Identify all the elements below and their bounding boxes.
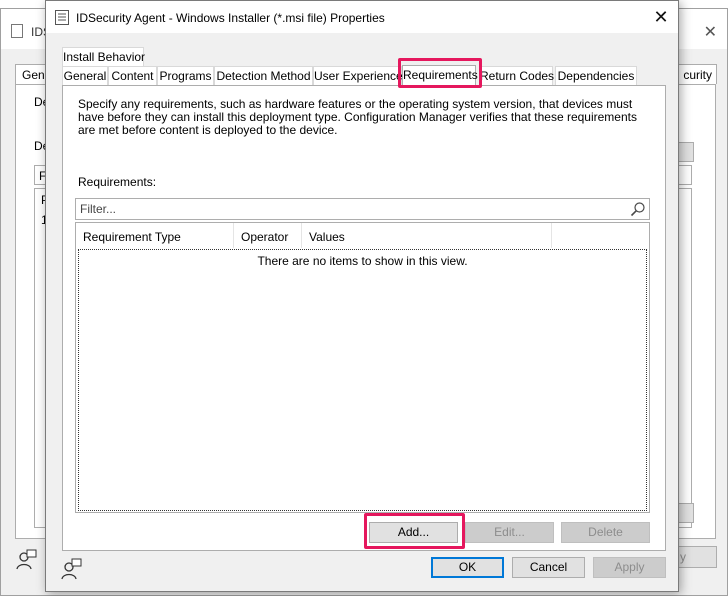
- list-body[interactable]: There are no items to show in this view.: [78, 249, 647, 511]
- close-icon: ✕: [653, 7, 669, 27]
- background-close-icon[interactable]: ✕: [704, 22, 717, 42]
- tab-general[interactable]: General: [62, 66, 108, 85]
- background-list-right: [678, 188, 692, 528]
- requirements-list[interactable]: Requirement Type Operator Values There a…: [75, 222, 650, 513]
- background-apply-label: y: [680, 550, 686, 564]
- requirements-panel: Specify any requirements, such as hardwa…: [62, 85, 666, 551]
- filter-input[interactable]: [80, 200, 620, 218]
- column-header-requirement-type[interactable]: Requirement Type: [76, 223, 234, 248]
- filter-box: [75, 198, 650, 220]
- add-button[interactable]: Add...: [369, 522, 458, 543]
- document-icon: [55, 10, 69, 25]
- empty-list-message: There are no items to show in this view.: [257, 254, 468, 268]
- requirements-description: Specify any requirements, such as hardwa…: [78, 97, 637, 137]
- close-button[interactable]: ✕: [644, 1, 678, 33]
- properties-dialog: IDSecurity Agent - Windows Installer (*.…: [45, 0, 679, 592]
- dialog-titlebar: IDSecurity Agent - Windows Installer (*.…: [46, 1, 678, 33]
- delete-button[interactable]: Delete: [561, 522, 650, 543]
- edit-button[interactable]: Edit...: [465, 522, 554, 543]
- tab-detection-method[interactable]: Detection Method: [214, 66, 313, 85]
- tab-install-behavior[interactable]: Install Behavior: [62, 47, 145, 66]
- tab-programs[interactable]: Programs: [157, 66, 214, 85]
- background-button[interactable]: [678, 503, 694, 523]
- tab-content[interactable]: Content: [108, 66, 157, 85]
- cancel-button[interactable]: Cancel: [512, 557, 585, 578]
- tab-user-experience[interactable]: User Experience: [313, 66, 403, 85]
- tab-requirements[interactable]: Requirements: [402, 65, 478, 86]
- background-search-box[interactable]: [678, 165, 692, 185]
- dialog-title: IDSecurity Agent - Windows Installer (*.…: [76, 11, 385, 25]
- requirements-label: Requirements:: [78, 175, 157, 189]
- search-icon[interactable]: [630, 201, 646, 217]
- apply-button[interactable]: Apply: [593, 557, 666, 578]
- document-icon: [11, 24, 23, 38]
- column-header-operator[interactable]: Operator: [234, 223, 302, 248]
- background-button[interactable]: [678, 142, 694, 162]
- tab-dependencies[interactable]: Dependencies: [555, 66, 637, 85]
- column-header-values[interactable]: Values: [302, 223, 552, 248]
- user-icon: [16, 549, 37, 570]
- ok-button[interactable]: OK: [431, 557, 504, 578]
- tab-return-codes[interactable]: Return Codes: [479, 66, 554, 85]
- user-icon: [61, 558, 82, 580]
- background-tab-security[interactable]: curity: [677, 64, 717, 84]
